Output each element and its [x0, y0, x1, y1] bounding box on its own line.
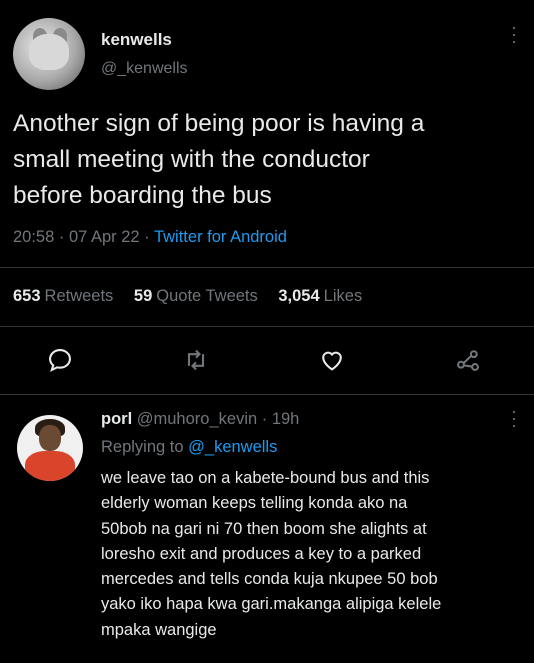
timestamp[interactable]: 20:58 · 07 Apr 22 ·	[13, 228, 154, 246]
reply-text-line: mpaka wangige	[101, 620, 217, 639]
engagement-stats: 653 Retweets 59 Quote Tweets 3,054 Likes	[13, 287, 378, 306]
likes-stat[interactable]: 3,054 Likes	[278, 287, 362, 305]
divider	[0, 326, 534, 327]
reply-handle[interactable]: @muhoro_kevin	[137, 410, 257, 428]
tweet-text-line: small meeting with the conductor	[13, 146, 370, 173]
display-name[interactable]: kenwells	[101, 30, 172, 50]
source-link[interactable]: Twitter for Android	[154, 228, 287, 246]
reply-time[interactable]: · 19h	[257, 410, 300, 428]
tweet-text-line: Another sign of being poor is having a	[13, 110, 425, 137]
reply-text-line: mercedes and tells conda kuja nkupee 50 …	[101, 570, 438, 589]
divider	[0, 394, 534, 395]
reply-text-line: 50bob na gari ni 70 then boom she alight…	[101, 519, 427, 538]
more-icon[interactable]: · · ·	[510, 18, 518, 50]
reply-display-name[interactable]: porl	[101, 410, 132, 428]
quote-tweets-stat[interactable]: 59 Quote Tweets	[134, 287, 258, 305]
replying-prefix: Replying to	[101, 438, 189, 456]
retweet-icon[interactable]	[182, 346, 212, 376]
more-icon[interactable]: · · ·	[510, 402, 518, 434]
tweet-text-line: before boarding the bus	[13, 182, 272, 209]
tweet-meta: 20:58 · 07 Apr 22 · Twitter for Android	[13, 228, 287, 247]
share-icon[interactable]	[454, 346, 484, 376]
reply-text-line: elderly woman keeps telling konda ako na	[101, 494, 408, 513]
replying-to: Replying to @_kenwells	[101, 438, 277, 457]
avatar-shirt	[25, 451, 75, 481]
heart-icon[interactable]	[318, 346, 348, 376]
reply-text-line: yako iko hapa kwa gari.makanga alipiga k…	[101, 595, 442, 614]
reply-text-line: we leave tao on a kabete-bound bus and t…	[101, 469, 430, 487]
mention-link[interactable]: @_kenwells	[188, 438, 277, 456]
reply-header: porl @muhoro_kevin · 19h	[101, 410, 299, 429]
divider	[0, 267, 534, 268]
action-bar	[0, 346, 534, 376]
avatar-face	[39, 425, 61, 451]
reply-icon[interactable]	[46, 346, 76, 376]
tweet-text: Another sign of being poor is having a s…	[13, 106, 528, 214]
retweets-stat[interactable]: 653 Retweets	[13, 287, 113, 305]
reply-avatar[interactable]	[17, 415, 83, 481]
avatar[interactable]	[13, 18, 85, 90]
avatar-dog-face	[29, 34, 69, 70]
reply-text-line: loresho exit and produces a key to a par…	[101, 544, 422, 563]
reply-text: we leave tao on a kabete-bound bus and t…	[101, 466, 526, 643]
user-handle[interactable]: @_kenwells	[101, 60, 188, 78]
